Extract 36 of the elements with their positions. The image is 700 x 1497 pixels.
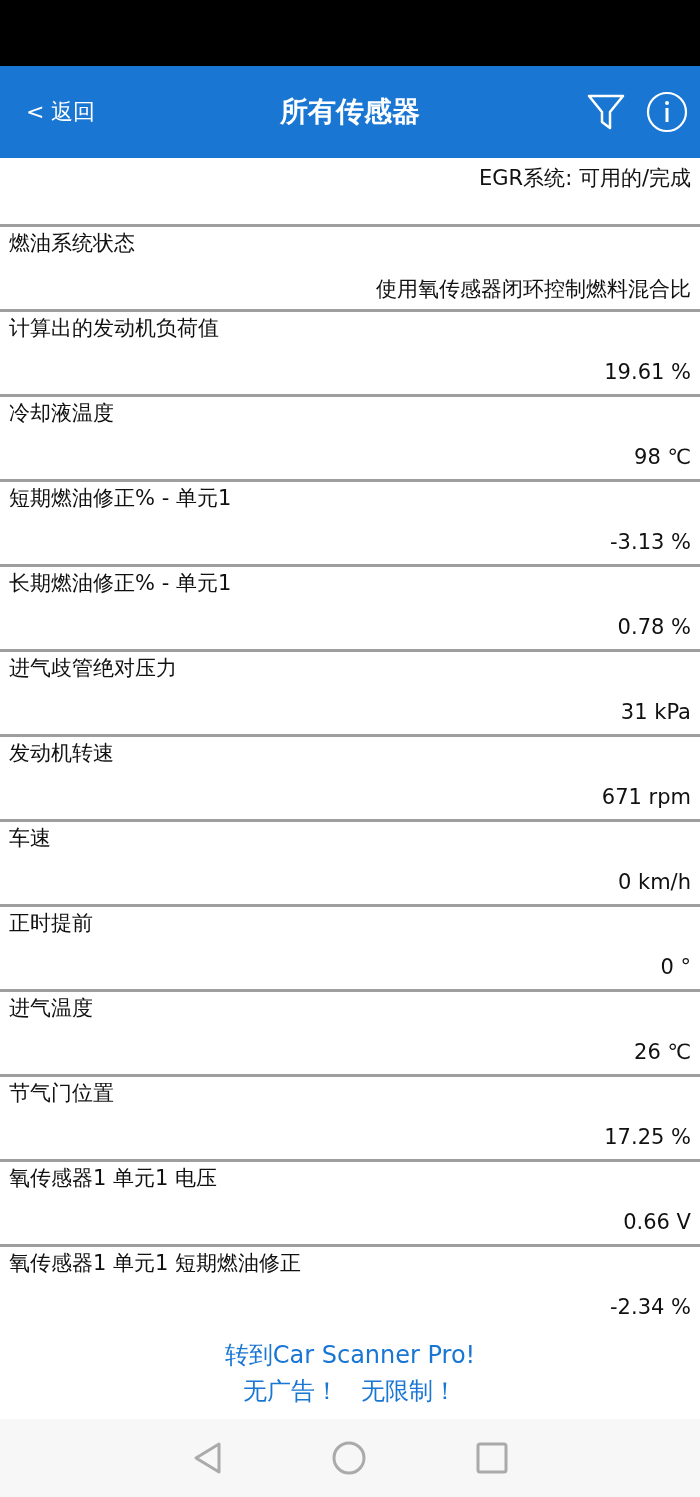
upgrade-link[interactable]: 无广告！ 无限制！ [242,1373,458,1409]
sensor-name: 冷却液温度 [9,400,114,427]
recents-icon[interactable] [476,1442,508,1474]
sensor-name: 短期燃油修正% - 单元1 [9,485,232,512]
upgrade-link[interactable]: 转到Car Scanner Pro! [224,1337,476,1373]
sensor-value: 0 ° [660,955,691,979]
sensor-name: 进气歧管绝对压力 [9,655,177,682]
sensor-name: 氧传感器1 单元1 短期燃油修正 [9,1250,302,1277]
info-icon[interactable] [646,91,688,133]
back-icon[interactable] [192,1441,222,1475]
sensor-value: 26 ℃ [634,1040,691,1064]
page-title: 所有传感器 [280,94,420,130]
sensor-value: 0.66 V [623,1210,691,1234]
sensor-value: -2.34 % [610,1295,691,1319]
egr-status-text: EGR系统: 可用的/完成 [479,166,691,190]
sensor-value: 31 kPa [620,700,691,724]
sensor-value: 98 ℃ [634,445,691,469]
filter-icon[interactable] [586,92,626,132]
sensor-name: 计算出的发动机负荷值 [9,315,219,342]
sensor-name: 车速 [9,825,51,852]
sensor-name: 氧传感器1 单元1 电压 [9,1165,218,1192]
sensor-name: 燃油系统状态 [9,230,135,257]
home-icon[interactable] [332,1441,366,1475]
sensor-name: 节气门位置 [9,1080,114,1107]
sensor-name: 发动机转速 [9,740,114,767]
sensor-value: 0.78 % [617,615,691,639]
sensor-value: -3.13 % [610,530,691,554]
sensor-name: 长期燃油修正% - 单元1 [9,570,232,597]
sensor-name: 正时提前 [9,910,93,937]
sensor-value: 19.61 % [604,360,691,384]
back-link[interactable]: < 返回 [26,97,96,127]
sensor-value: 使用氧传感器闭环控制燃料混合比 [376,276,691,303]
sensor-value: 0 km/h [617,870,691,894]
sensor-value: 671 rpm [601,785,691,809]
sensor-value: 17.25 % [604,1125,691,1149]
sensor-name: 进气温度 [9,995,93,1022]
